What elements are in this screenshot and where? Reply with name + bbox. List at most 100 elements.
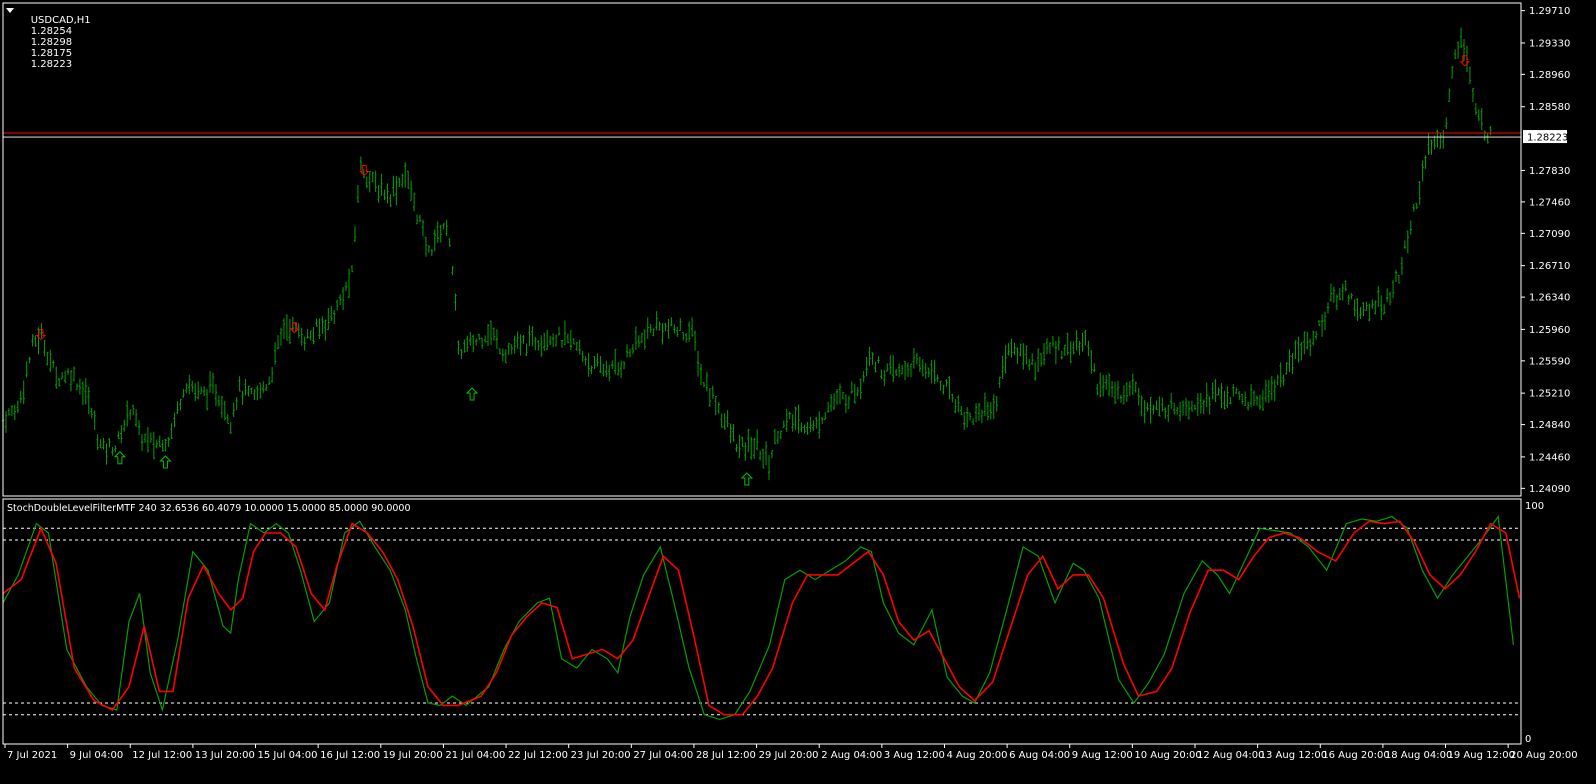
price-bar (1255, 395, 1259, 406)
price-bar (750, 436, 753, 460)
price-bar (1143, 400, 1146, 424)
open-value: 1.28254 (30, 26, 73, 37)
price-bar (1229, 396, 1232, 405)
close-value: 1.28223 (30, 59, 73, 70)
price-bar (418, 214, 422, 223)
price-bar (1078, 340, 1081, 356)
price-bar (1448, 88, 1451, 102)
price-bar (477, 333, 481, 341)
price-bar (253, 389, 256, 400)
price-bar (10, 405, 14, 416)
price-bar (1081, 332, 1084, 352)
symbol-label: USDCAD,H1 (30, 15, 91, 26)
price-bar (1276, 374, 1279, 385)
price-bar (803, 424, 806, 434)
price-bar (235, 397, 238, 410)
x-tick-label: 28 Jul 12:00 (696, 750, 756, 761)
price-bar (809, 416, 812, 433)
price-bar (676, 326, 679, 337)
price-bar (1474, 103, 1478, 115)
price-bar (1391, 279, 1395, 299)
price-bar (1019, 343, 1022, 357)
price-bar (430, 249, 434, 257)
price-bar (1294, 340, 1297, 359)
price-bar (537, 340, 540, 351)
chart-canvas[interactable]: 1.29710 1.29330 1.28960 1.28580 1.27830 1.274… (0, 0, 1596, 780)
price-bar (34, 335, 37, 347)
price-panel[interactable] (1, 27, 1521, 486)
price-bar (717, 402, 720, 414)
price-bar (782, 420, 785, 428)
price-bar (921, 359, 924, 377)
price-bar (1063, 344, 1066, 356)
price-bar (1468, 66, 1472, 84)
price-bar (661, 322, 664, 345)
y-tick-label: 1.27830 (1529, 166, 1570, 177)
price-bar (1128, 381, 1132, 396)
price-bar (282, 318, 286, 339)
price-bar (182, 389, 185, 398)
price-bar (353, 226, 357, 242)
price-bar (1400, 256, 1404, 275)
price-bar (1368, 303, 1371, 322)
price-bar (753, 437, 756, 459)
price-bar (1359, 306, 1362, 320)
stochastic-panel[interactable] (2, 515, 1521, 721)
price-bar (915, 352, 919, 365)
y-tick-label: 1.24090 (1529, 484, 1570, 495)
price-bar (1001, 355, 1004, 380)
price-bar (1016, 347, 1019, 364)
indicator-label: StochDoubleLevelFilterMTF 240 32.6536 60… (7, 503, 411, 514)
y-tick-label: 1.28960 (1529, 70, 1570, 81)
price-bar (383, 189, 386, 200)
price-bar (611, 360, 614, 369)
price-bar (690, 317, 694, 337)
price-bar (1178, 401, 1182, 422)
price-bar (1241, 393, 1244, 405)
price-bar (327, 308, 330, 331)
price-bar (1300, 342, 1303, 361)
chart-menu-triangle-icon[interactable] (6, 8, 14, 13)
x-tick-label: 20 Aug 20:00 (1510, 750, 1577, 761)
price-bar (1311, 330, 1315, 346)
price-bar (679, 318, 682, 332)
price-bar (436, 221, 439, 243)
price-bar (596, 353, 599, 367)
price-bar (205, 389, 209, 411)
price-bar (176, 401, 179, 415)
price-bar (336, 299, 339, 311)
price-bar (486, 324, 490, 346)
price-bar (279, 327, 283, 346)
price-bar (868, 346, 871, 366)
price-bar (1409, 220, 1412, 235)
price-bar (81, 381, 85, 406)
price-bar (1489, 125, 1492, 136)
high-value: 1.28298 (30, 37, 73, 48)
price-bar (806, 421, 809, 435)
price-bar (977, 403, 981, 421)
price-bar (202, 386, 206, 397)
buy-arrow-icon (465, 387, 479, 401)
price-bar (1205, 382, 1208, 408)
price-bar (974, 403, 978, 423)
chart-window[interactable]: 1.29710 1.29330 1.28960 1.28580 1.27830 1.274… (0, 0, 1596, 780)
price-bar (764, 441, 768, 465)
price-bar (1022, 343, 1025, 370)
price-bar (886, 363, 889, 372)
price-bar (1445, 117, 1448, 130)
price-bar (247, 385, 250, 397)
price-bar (398, 177, 401, 188)
price-bar (1208, 396, 1211, 415)
y-tick-label: 1.24840 (1529, 420, 1570, 431)
price-bar (380, 173, 383, 196)
price-bar (708, 388, 712, 407)
price-bar (137, 420, 141, 436)
price-bar (495, 329, 499, 350)
price-bar (587, 352, 590, 377)
price-bar (1104, 375, 1108, 390)
price-bar (614, 349, 617, 375)
price-bar (1486, 133, 1489, 144)
price-bar (185, 383, 188, 394)
price-bar (1291, 352, 1294, 375)
price-bar (1072, 341, 1075, 355)
